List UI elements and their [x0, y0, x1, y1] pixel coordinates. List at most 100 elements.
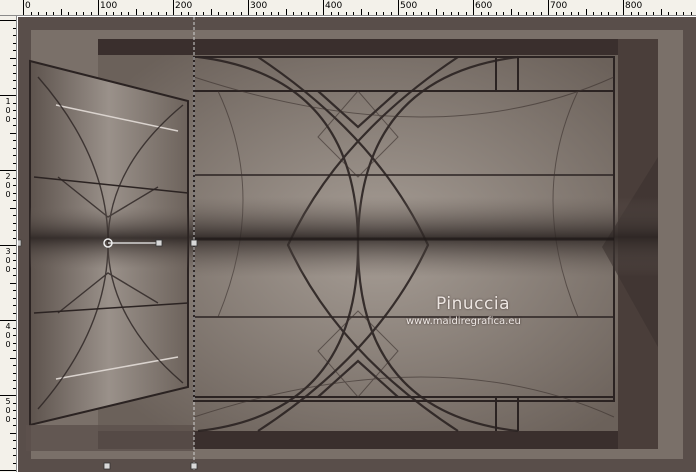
ruler-tick [173, 0, 174, 15]
ruler-tick [533, 12, 534, 15]
ruler-tick [45, 12, 47, 15]
ruler-tick [540, 12, 542, 15]
ruler-tick [360, 9, 362, 15]
ruler-tick [593, 12, 594, 15]
tile-artwork [18, 17, 696, 472]
ruler-tick [105, 12, 107, 15]
watermark-url: www.maidiregrafica.eu [406, 316, 521, 327]
ruler-tick [383, 12, 384, 15]
ruler-tick [225, 12, 227, 15]
ruler-tick [315, 12, 317, 15]
ruler-tick [23, 0, 24, 15]
ruler-tick [13, 260, 16, 261]
ruler-tick [608, 12, 609, 15]
ruler-tick [13, 185, 16, 186]
ruler-tick [13, 192, 16, 194]
ruler-tick [13, 72, 16, 74]
ruler-label: 3 [5, 247, 11, 256]
ruler-tick [248, 0, 249, 15]
ruler-tick [10, 132, 16, 134]
ruler-tick [13, 297, 16, 299]
image-canvas[interactable]: Pinuccia www.maidiregrafica.eu [18, 17, 696, 472]
ruler-tick [0, 470, 16, 471]
ruler-tick [13, 447, 16, 449]
ruler-label: 0 [5, 181, 11, 190]
guide-handle [190, 239, 198, 247]
ruler-tick [0, 320, 16, 321]
ruler-tick [420, 12, 422, 15]
ruler-tick [13, 252, 16, 254]
ruler-tick [300, 12, 302, 15]
ruler-tick [488, 12, 489, 15]
ruler-label: 800 [625, 1, 643, 11]
ruler-tick [13, 365, 16, 366]
ruler-tick [13, 215, 16, 216]
ruler-tick [143, 12, 144, 15]
ruler-tick [255, 12, 257, 15]
ruler-tick [13, 42, 16, 44]
ruler-label: 500 [400, 1, 418, 11]
ruler-tick [653, 12, 654, 15]
ruler-tick [0, 170, 16, 171]
ruler-tick [13, 402, 16, 404]
ruler-label: 100 [100, 1, 118, 11]
ruler-tick [353, 12, 354, 15]
bottom-handle [103, 462, 111, 470]
horizontal-ruler[interactable]: 0 100 200 300 400 500 600 700 800 [0, 0, 696, 16]
ruler-tick [450, 12, 452, 15]
ruler-tick [368, 12, 369, 15]
ruler-tick [13, 455, 16, 456]
ruler-tick [398, 0, 399, 15]
ruler-tick [330, 12, 332, 15]
ruler-tick [30, 12, 32, 15]
ruler-tick [13, 27, 16, 29]
ruler-tick [13, 65, 16, 66]
ruler-tick [390, 12, 392, 15]
ruler-label: 200 [175, 1, 193, 11]
ruler-tick [195, 12, 197, 15]
ruler-tick [13, 440, 16, 441]
ruler-tick [233, 12, 234, 15]
ruler-tick [53, 12, 54, 15]
ruler-tick [13, 417, 16, 419]
ruler-tick [413, 12, 414, 15]
ruler-tick [338, 12, 339, 15]
ruler-label: 0 [5, 115, 11, 124]
ruler-tick [615, 12, 617, 15]
ruler-tick [13, 87, 16, 89]
ruler-label: 300 [250, 1, 268, 11]
watermark-name: Pinuccia [436, 294, 510, 314]
ruler-tick [68, 12, 69, 15]
ruler-tick [83, 12, 84, 15]
ruler-tick [13, 425, 16, 426]
ruler-tick [13, 35, 16, 36]
vertical-ruler[interactable]: 100200300400500 [0, 16, 17, 472]
ruler-tick [308, 12, 309, 15]
ruler-tick [510, 9, 512, 15]
ruler-tick [13, 200, 16, 201]
ruler-tick [13, 327, 16, 329]
ruler-tick [578, 12, 579, 15]
ruler-tick [405, 12, 407, 15]
ruler-label: 5 [5, 397, 11, 406]
ruler-label: 0 [5, 106, 11, 115]
rotation-end-handle [155, 239, 163, 247]
ruler-tick [630, 12, 632, 15]
ruler-tick [13, 350, 16, 351]
ruler-tick [270, 12, 272, 15]
ruler-label: 4 [5, 322, 11, 331]
ruler-tick [150, 12, 152, 15]
ruler-tick [495, 12, 497, 15]
ruler-tick [458, 12, 459, 15]
ruler-tick [675, 12, 677, 15]
ruler-tick [13, 102, 16, 104]
ruler-tick [38, 12, 39, 15]
ruler-tick [638, 12, 639, 15]
ruler-tick [600, 12, 602, 15]
ruler-tick [13, 125, 16, 126]
ruler-tick [555, 12, 557, 15]
ruler-label: 0 [5, 415, 11, 424]
ruler-tick [98, 0, 99, 15]
ruler-tick [435, 9, 437, 15]
ruler-label: 0 [5, 190, 11, 199]
